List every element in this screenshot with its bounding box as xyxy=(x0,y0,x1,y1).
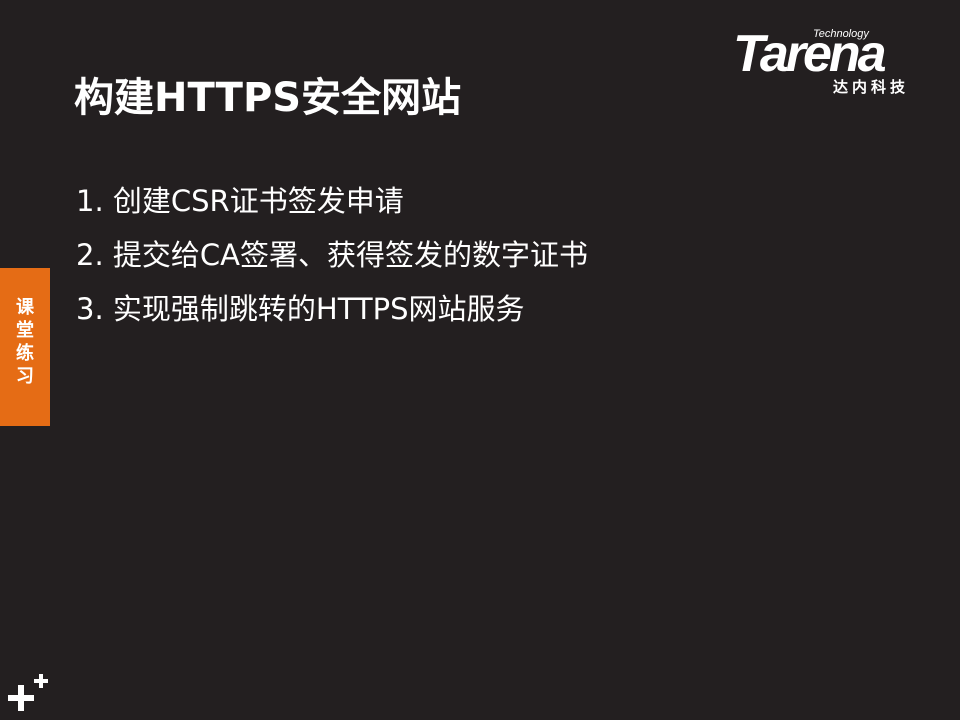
logo-chinese: 达内科技 xyxy=(833,78,910,96)
slide: Tarena Technology 达内科技 构建HTTPS安全网站 1. 创建… xyxy=(0,0,960,720)
side-tab-char: 堂 xyxy=(16,320,34,341)
logo-tagline: Technology xyxy=(813,28,869,40)
item-list: 1. 创建CSR证书签发申请 2. 提交给CA签署、获得签发的数字证书 3. 实… xyxy=(76,174,588,336)
list-item: 2. 提交给CA签署、获得签发的数字证书 xyxy=(76,238,588,272)
side-tab-label: 课 堂 练 习 xyxy=(0,296,50,388)
side-tab-char: 练 xyxy=(16,343,34,364)
list-item: 3. 实现强制跳转的HTTPS网站服务 xyxy=(76,292,525,326)
plus-icon xyxy=(8,674,48,711)
side-tab-char: 习 xyxy=(16,366,34,387)
side-tab-classroom-exercise: 课 堂 练 习 xyxy=(0,268,50,426)
slide-title: 构建HTTPS安全网站 xyxy=(74,75,462,121)
list-item: 1. 创建CSR证书签发申请 xyxy=(76,184,404,218)
side-tab-char: 课 xyxy=(16,297,34,318)
tarena-logo: Tarena Technology 达内科技 xyxy=(733,18,933,98)
